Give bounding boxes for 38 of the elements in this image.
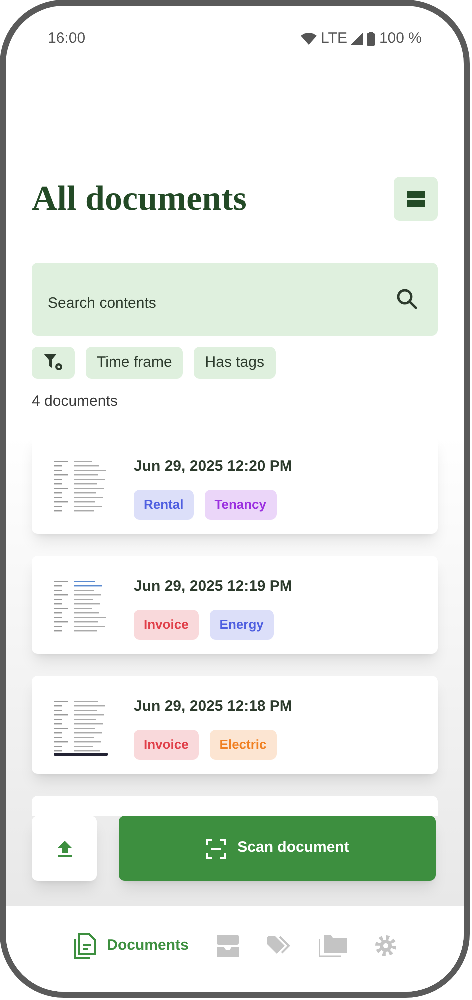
document-date: Jun 29, 2025 12:19 PM [134, 576, 292, 596]
settings-icon [374, 935, 397, 957]
signal-icon [351, 33, 364, 46]
list-view-icon [407, 190, 425, 207]
nav-tab[interactable]: Documents [69, 931, 193, 961]
document-date: Jun 29, 2025 12:18 PM [134, 696, 292, 716]
status-time: 16:00 [48, 29, 86, 49]
scan-document-button[interactable]: Scan document [119, 816, 436, 881]
document-card[interactable]: Jun 29, 2025 12:18 PM Invoice Electric [32, 676, 438, 774]
battery-icon [367, 32, 376, 46]
tag: Rental [134, 490, 194, 520]
folders-icon [318, 935, 347, 957]
tag: Tenancy [204, 490, 277, 520]
search-field[interactable]: Search contents [32, 263, 438, 336]
document-card[interactable]: Jun 29, 2025 12:19 PM Invoice Energy [32, 556, 438, 654]
filter-settings-button[interactable] [32, 347, 75, 379]
view-toggle-button[interactable] [394, 176, 438, 221]
page-title: All documents [32, 178, 247, 220]
filter-chip[interactable]: Time frame [86, 347, 184, 379]
tag: Invoice [134, 610, 199, 640]
filter-gear-icon [44, 354, 64, 372]
upload-button[interactable] [32, 816, 97, 881]
tags-icon [266, 936, 291, 956]
tag: Energy [210, 610, 274, 640]
document-count: 4 documents [31, 392, 119, 412]
upload-icon [58, 840, 72, 856]
tag: Electric [210, 730, 277, 760]
documents-icon [73, 933, 98, 959]
document-card[interactable]: Jun 29, 2025 12:20 PM Rental Tenancy [32, 436, 438, 534]
document-date: Jun 29, 2025 12:20 PM [134, 456, 292, 476]
tag: Invoice [134, 730, 199, 760]
filter-chip[interactable]: Has tags [194, 347, 276, 379]
search-icon [396, 288, 418, 310]
scan-icon [206, 838, 226, 858]
battery-percent: 100 % [379, 29, 422, 49]
network-label: LTE [321, 29, 348, 49]
inbox-tray-icon [216, 935, 239, 957]
wifi-icon [301, 33, 318, 46]
